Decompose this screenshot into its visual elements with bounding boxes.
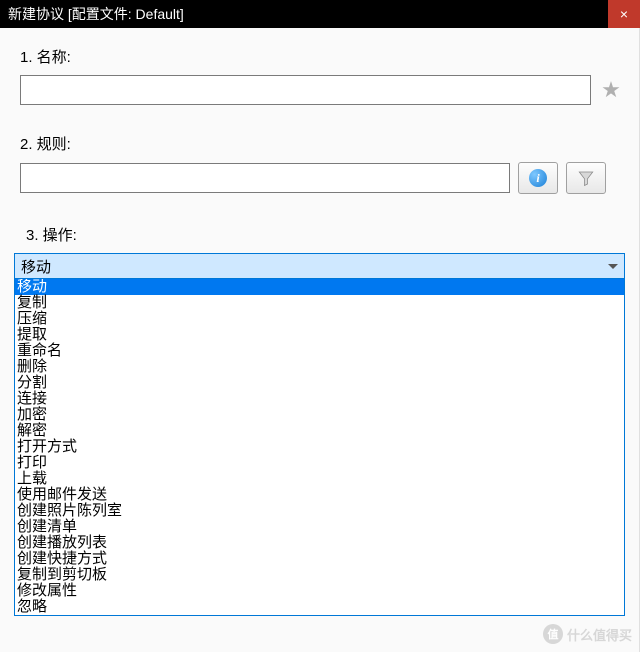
action-option[interactable]: 删除 [15, 359, 624, 375]
action-option[interactable]: 创建快捷方式 [15, 551, 624, 567]
action-field: 3. 操作: 移动 移动复制压缩提取重命名删除分割连接加密解密打开方式打印上载使… [20, 224, 623, 279]
action-option[interactable]: 压缩 [15, 311, 624, 327]
window-title: 新建协议 [配置文件: Default] [8, 4, 184, 24]
name-label: 1. 名称: [20, 46, 623, 67]
action-option[interactable]: 复制到剪切板 [15, 567, 624, 583]
action-option[interactable]: 打开方式 [15, 439, 624, 455]
action-option[interactable]: 重命名 [15, 343, 624, 359]
action-dropdown: 移动复制压缩提取重命名删除分割连接加密解密打开方式打印上载使用邮件发送创建照片陈… [14, 279, 625, 616]
watermark-text: 什么值得买 [567, 625, 632, 644]
action-option[interactable]: 连接 [15, 391, 624, 407]
watermark-icon: 值 [543, 624, 563, 644]
action-select[interactable]: 移动 移动复制压缩提取重命名删除分割连接加密解密打开方式打印上载使用邮件发送创建… [14, 253, 625, 279]
info-icon: i [529, 169, 547, 187]
filter-button[interactable] [566, 162, 606, 194]
action-option[interactable]: 创建播放列表 [15, 535, 624, 551]
dialog-content: 1. 名称: ★ 2. 规则: i 3. 操作: 移动 [0, 28, 640, 652]
rule-field: 2. 规则: i [20, 133, 623, 194]
action-option[interactable]: 分割 [15, 375, 624, 391]
action-option[interactable]: 使用邮件发送 [15, 487, 624, 503]
action-option[interactable]: 解密 [15, 423, 624, 439]
action-option[interactable]: 创建清单 [15, 519, 624, 535]
funnel-icon [577, 169, 595, 187]
rule-label: 2. 规则: [20, 133, 623, 154]
action-option[interactable]: 提取 [15, 327, 624, 343]
action-option[interactable]: 创建照片陈列室 [15, 503, 624, 519]
chevron-down-icon [608, 264, 618, 269]
action-option[interactable]: 打印 [15, 455, 624, 471]
close-button[interactable]: × [608, 0, 640, 28]
watermark: 值 什么值得买 [543, 624, 632, 644]
action-select-value: 移动 [21, 256, 51, 277]
action-option[interactable]: 修改属性 [15, 583, 624, 599]
titlebar: 新建协议 [配置文件: Default] × [0, 0, 640, 28]
name-input[interactable] [20, 75, 591, 105]
action-option[interactable]: 上载 [15, 471, 624, 487]
action-option[interactable]: 移动 [15, 279, 624, 295]
action-option[interactable]: 忽略 [15, 599, 624, 615]
rule-input[interactable] [20, 163, 510, 193]
action-label: 3. 操作: [26, 224, 623, 245]
favorite-star-icon[interactable]: ★ [599, 78, 623, 102]
close-icon: × [620, 6, 628, 22]
action-option[interactable]: 加密 [15, 407, 624, 423]
name-field: 1. 名称: ★ [20, 46, 623, 105]
info-button[interactable]: i [518, 162, 558, 194]
action-option[interactable]: 复制 [15, 295, 624, 311]
action-select-display[interactable]: 移动 [14, 253, 625, 279]
